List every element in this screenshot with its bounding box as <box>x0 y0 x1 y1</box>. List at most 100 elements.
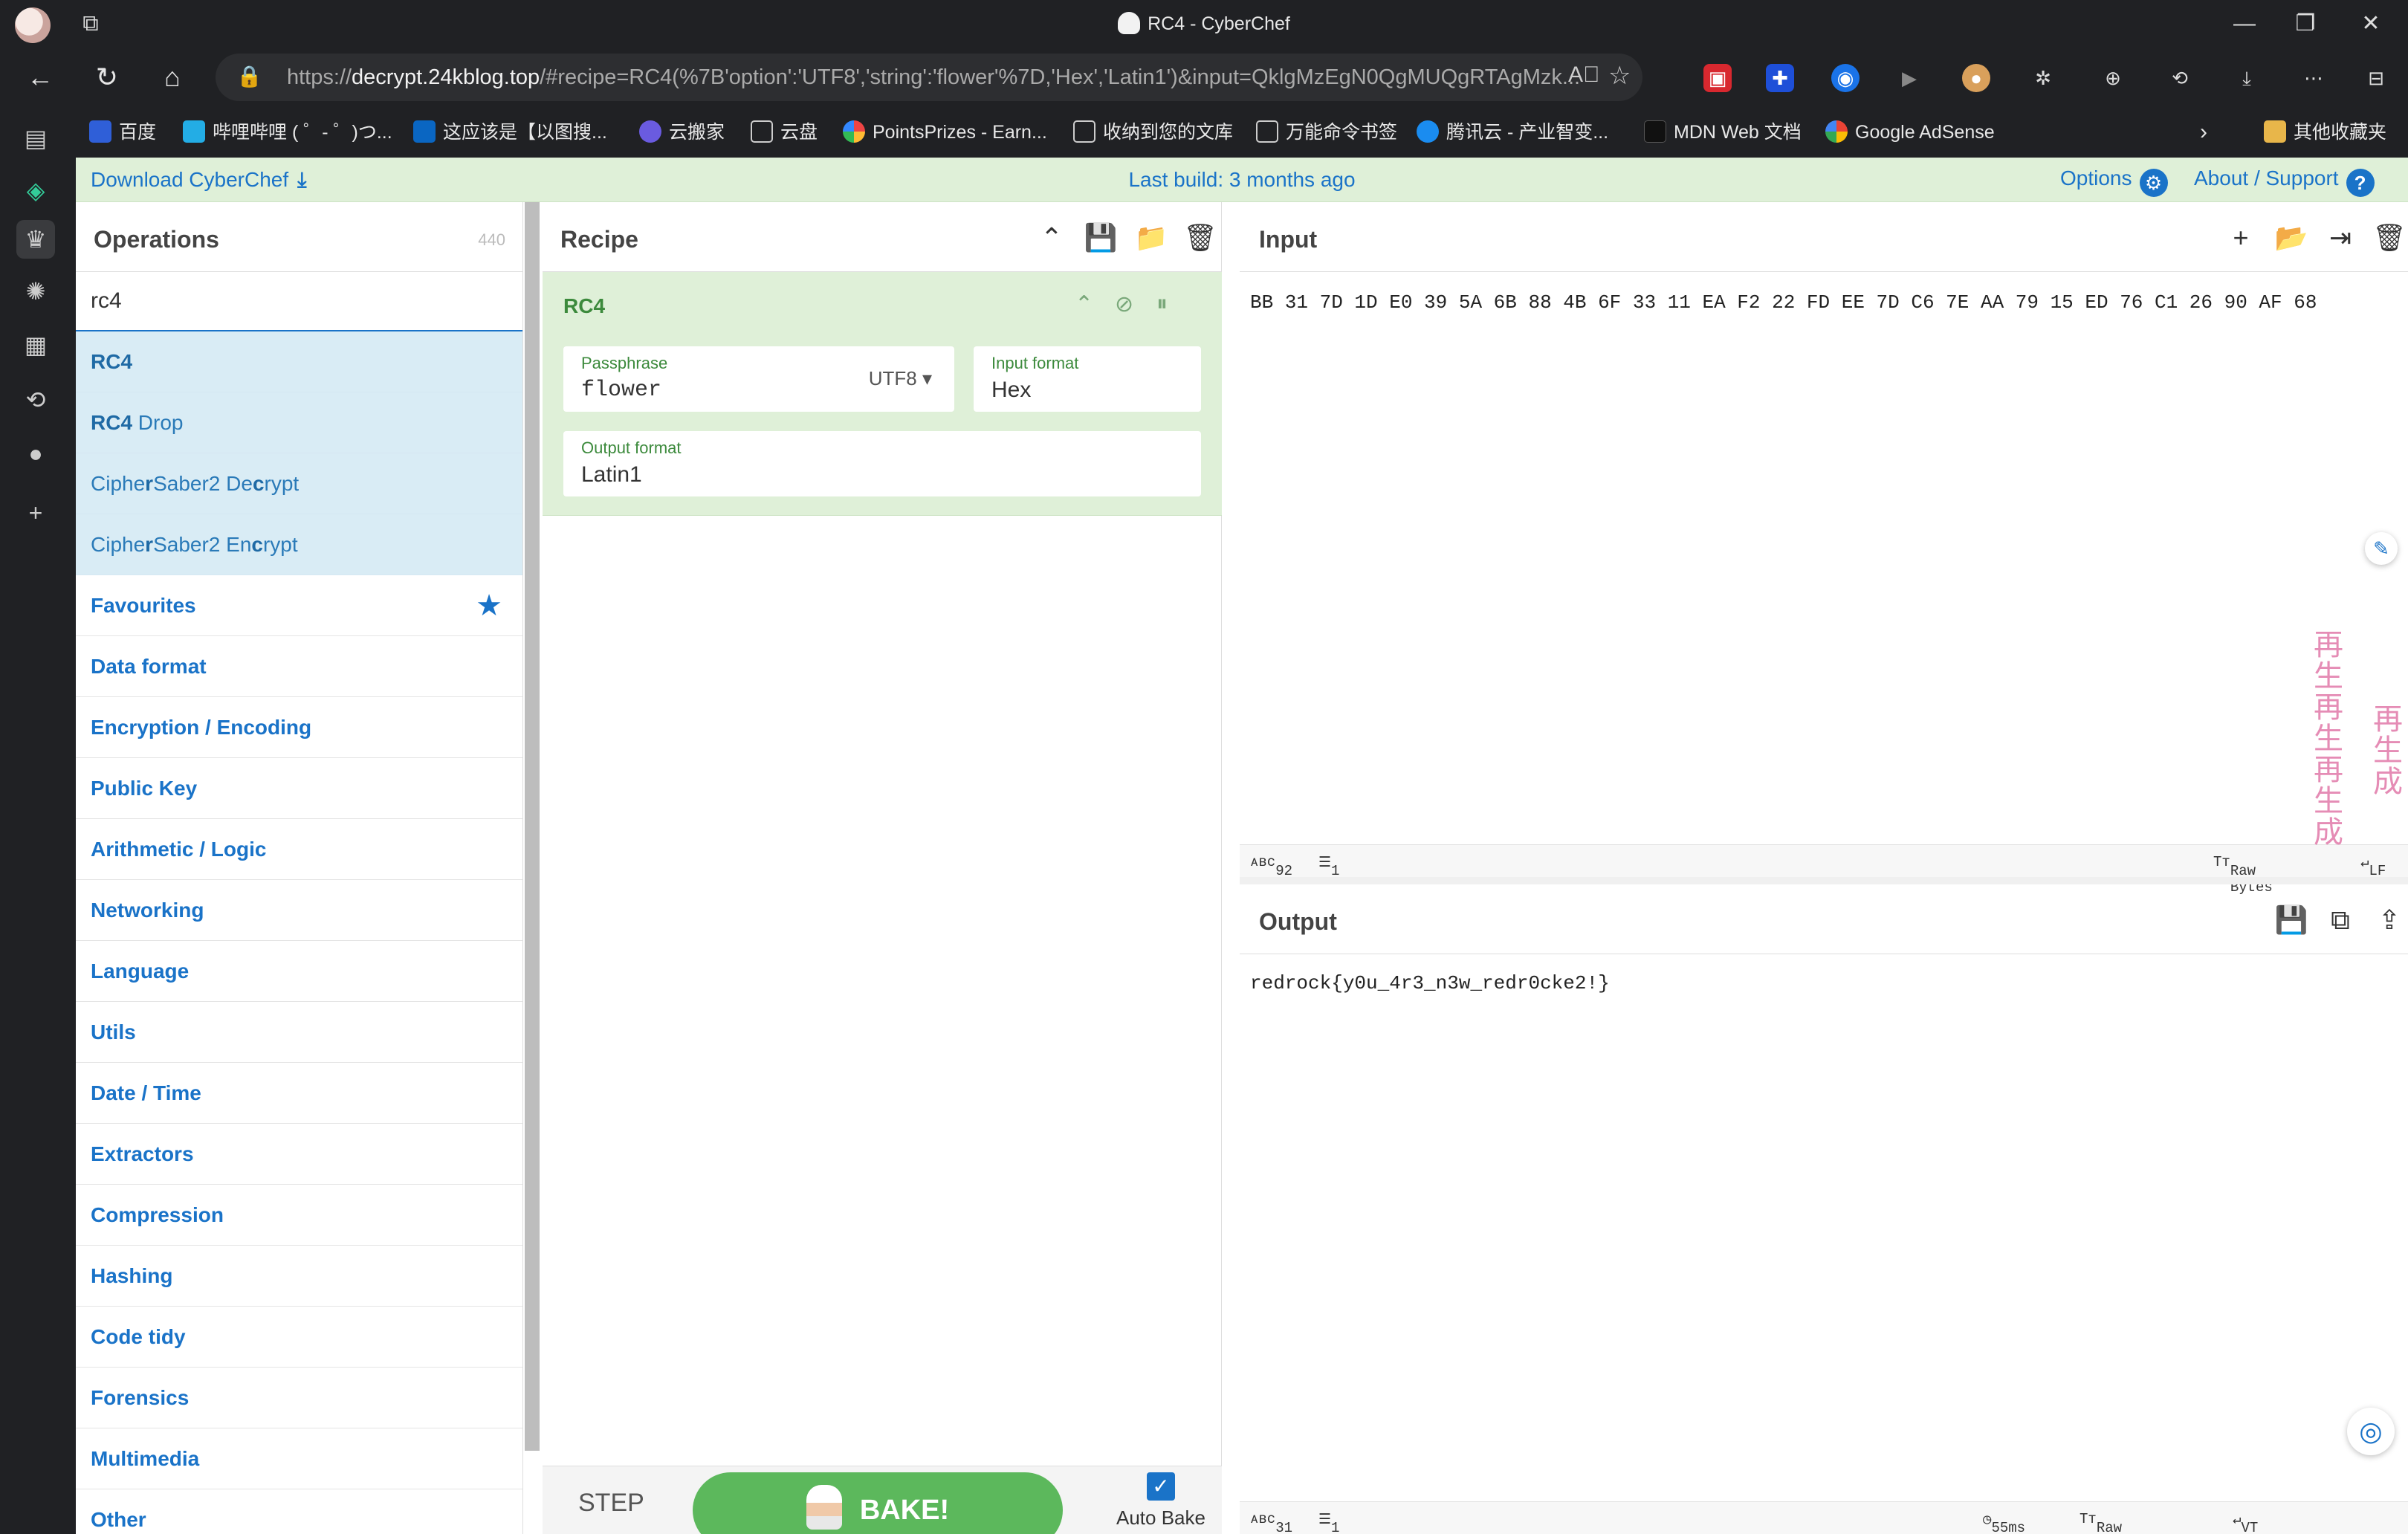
category-forensics[interactable]: Forensics <box>76 1368 522 1428</box>
save-recipe-icon[interactable]: 💾 <box>1082 220 1119 256</box>
category-language[interactable]: Language <box>76 941 522 1002</box>
op-breakpoint-pause-icon[interactable]: ⏸ <box>1156 291 1168 317</box>
extensions-puzzle-icon[interactable]: ✲ <box>2029 64 2057 92</box>
bookmark-wenku[interactable]: 收纳到您的文库 <box>1073 117 1233 147</box>
history-app-icon[interactable]: ⟲ <box>16 381 55 419</box>
openai-icon[interactable]: ✺ <box>16 272 55 311</box>
input-format-field[interactable]: Input format Hex <box>974 346 1201 412</box>
category-utils[interactable]: Utils <box>76 1002 522 1063</box>
category-hashing[interactable]: Hashing <box>76 1246 522 1307</box>
downloads-icon[interactable]: ⤓ <box>2233 64 2261 92</box>
github-icon[interactable]: ● <box>16 434 55 473</box>
category-code-tidy[interactable]: Code tidy <box>76 1307 522 1368</box>
clear-recipe-trash-icon[interactable]: 🗑 <box>1182 220 1219 256</box>
bookmark-mdn[interactable]: MDN Web 文档 <box>1644 117 1802 147</box>
favorite-star-icon[interactable]: ☆ <box>1608 61 1631 91</box>
search-input[interactable] <box>91 282 507 320</box>
replace-input-icon[interactable]: ⇪ <box>2371 902 2408 938</box>
shield-app-icon[interactable]: ◈ <box>16 171 55 210</box>
extension-play-icon[interactable]: ▶ <box>1895 64 1923 92</box>
restore-icon[interactable]: ❐ <box>2283 7 2328 40</box>
copy-output-icon[interactable]: ⧉ <box>2322 902 2359 938</box>
home-icon[interactable]: ⌂ <box>153 58 192 97</box>
chat-app-icon[interactable]: ▦ <box>16 326 55 364</box>
bookmark-zhihu[interactable]: 这应该是【以图搜... <box>413 117 607 147</box>
category-encryption-encoding[interactable]: Encryption / Encoding <box>76 697 522 758</box>
op-result-ciphersaber2-encrypt[interactable]: CipherSaber2 Encrypt <box>76 514 522 575</box>
edit-float-icon[interactable]: ✎ <box>2365 532 2398 565</box>
refresh-icon[interactable]: ↻ <box>88 58 126 97</box>
more-menu-icon[interactable]: ⋯ <box>2299 64 2328 92</box>
category-public-key[interactable]: Public Key <box>76 758 522 819</box>
extension-blue-icon[interactable]: ✚ <box>1766 64 1794 92</box>
category-arithmetic-logic[interactable]: Arithmetic / Logic <box>76 819 522 880</box>
passphrase-encoding-dropdown[interactable]: UTF8 ▾ <box>869 367 932 390</box>
op-result-rc4[interactable]: RC4 <box>76 331 522 392</box>
tab-list-icon[interactable]: ▤ <box>16 119 55 158</box>
output-format-value[interactable]: Latin1 <box>581 462 642 488</box>
bookmark-yunpan[interactable]: 云盘 <box>751 117 818 147</box>
history-icon[interactable]: ⟲ <box>2166 64 2194 92</box>
cyberchef-app-icon[interactable]: ♛ <box>16 220 55 259</box>
io-resize-handle[interactable] <box>1240 877 2408 884</box>
category-favourites[interactable]: Favourites ★ <box>76 575 522 636</box>
operations-scrollbar[interactable] <box>525 202 540 1451</box>
op-result-rc4-drop[interactable]: RC4 Drop <box>76 392 522 453</box>
category-multimedia[interactable]: Multimedia <box>76 1428 522 1489</box>
output-eol[interactable]: ↵ VT (detected) <box>2233 1511 2258 1534</box>
bookmark-pointsprizes[interactable]: PointsPrizes - Earn... <box>843 117 1047 147</box>
category-extractors[interactable]: Extractors <box>76 1124 522 1185</box>
close-icon[interactable]: ✕ <box>2349 7 2393 40</box>
read-aloud-icon[interactable]: A᪲ <box>1568 62 1600 88</box>
auto-bake-toggle[interactable]: ✓ Auto Bake <box>1109 1472 1213 1530</box>
open-file-icon[interactable]: ⇥ <box>2322 220 2359 256</box>
add-app-icon[interactable]: + <box>16 493 55 532</box>
category-compression[interactable]: Compression <box>76 1185 522 1246</box>
bookmarks-more-chevron-icon[interactable]: › <box>2200 117 2207 147</box>
about-support-button[interactable]: About / Support? <box>2194 166 2375 197</box>
category-other[interactable]: Other <box>76 1489 522 1534</box>
bookmark-bilibili[interactable]: 哔哩哔哩 ( ゜- ゜)つ... <box>183 117 392 147</box>
category-networking[interactable]: Networking <box>76 880 522 941</box>
bookmark-yunbanjia[interactable]: 云搬家 <box>639 117 725 147</box>
back-icon[interactable]: ← <box>21 58 59 97</box>
minimize-icon[interactable]: — <box>2222 7 2267 40</box>
passphrase-field[interactable]: Passphrase flower UTF8 ▾ <box>563 346 954 412</box>
bookmark-adsense[interactable]: Google AdSense <box>1825 117 1995 147</box>
input-eol[interactable]: ↵ LF <box>2360 854 2386 879</box>
collapse-all-chevron-up-icon[interactable]: ⌃ <box>1033 220 1070 256</box>
step-button[interactable]: STEP <box>578 1489 644 1518</box>
bookmark-baidu[interactable]: 百度 <box>89 117 156 147</box>
output-encoding[interactable]: Tт Raw Bytes <box>2080 1511 2122 1534</box>
checkbox-checked-icon[interactable]: ✓ <box>1147 1472 1175 1501</box>
extension-red-icon[interactable]: ▣ <box>1703 64 1732 92</box>
passphrase-value[interactable]: flower <box>581 378 661 403</box>
op-collapse-chevron-up-icon[interactable]: ⌃ <box>1075 291 1093 317</box>
open-folder-icon[interactable]: 📂 <box>2273 220 2310 256</box>
output-format-field[interactable]: Output format Latin1 <box>563 431 1201 496</box>
category-date-time[interactable]: Date / Time <box>76 1063 522 1124</box>
op-result-ciphersaber2-decrypt[interactable]: CipherSaber2 Decrypt <box>76 453 522 514</box>
clear-input-trash-icon[interactable]: 🗑 <box>2371 220 2408 256</box>
output-textarea[interactable]: redrock{y0u_4r3_n3w_redr0cke2!} <box>1250 972 1610 994</box>
options-button[interactable]: Options ⚙ <box>2060 166 2168 197</box>
bookmark-tencent-cloud[interactable]: 腾讯云 - 产业智变... <box>1417 117 1608 147</box>
assistant-float-icon[interactable]: ◎ <box>2347 1408 2395 1455</box>
url-text[interactable]: https://decrypt.24kblog.top/#recipe=RC4(… <box>287 65 1744 90</box>
sidebar-toggle-icon[interactable]: ⊟ <box>2362 64 2390 92</box>
load-recipe-folder-icon[interactable]: 📁 <box>1133 220 1170 256</box>
bake-button[interactable]: BAKE! <box>693 1472 1063 1534</box>
cookie-icon[interactable]: ● <box>1962 64 1990 92</box>
input-textarea[interactable]: BB 31 7D 1D E0 39 5A 6B 88 4B 6F 33 11 E… <box>1250 291 2317 314</box>
bookmark-commands[interactable]: 万能命令书签 <box>1256 117 1397 147</box>
lock-icon[interactable]: 🔒 <box>236 64 262 88</box>
extension-circle-icon[interactable]: ◉ <box>1831 64 1860 92</box>
bookmark-other-folder[interactable]: 其他收藏夹 <box>2264 117 2386 147</box>
save-output-icon[interactable]: 💾 <box>2273 902 2310 938</box>
category-data-format[interactable]: Data format <box>76 636 522 697</box>
add-tab-plus-icon[interactable]: + <box>2222 220 2259 256</box>
input-encoding[interactable]: Tт Raw Bytes <box>2213 854 2273 896</box>
address-bar[interactable]: 🔒 https://decrypt.24kblog.top/#recipe=RC… <box>216 54 1642 101</box>
op-disable-icon[interactable]: ⊘ <box>1115 291 1133 317</box>
collections-icon[interactable]: ⊕ <box>2099 64 2127 92</box>
